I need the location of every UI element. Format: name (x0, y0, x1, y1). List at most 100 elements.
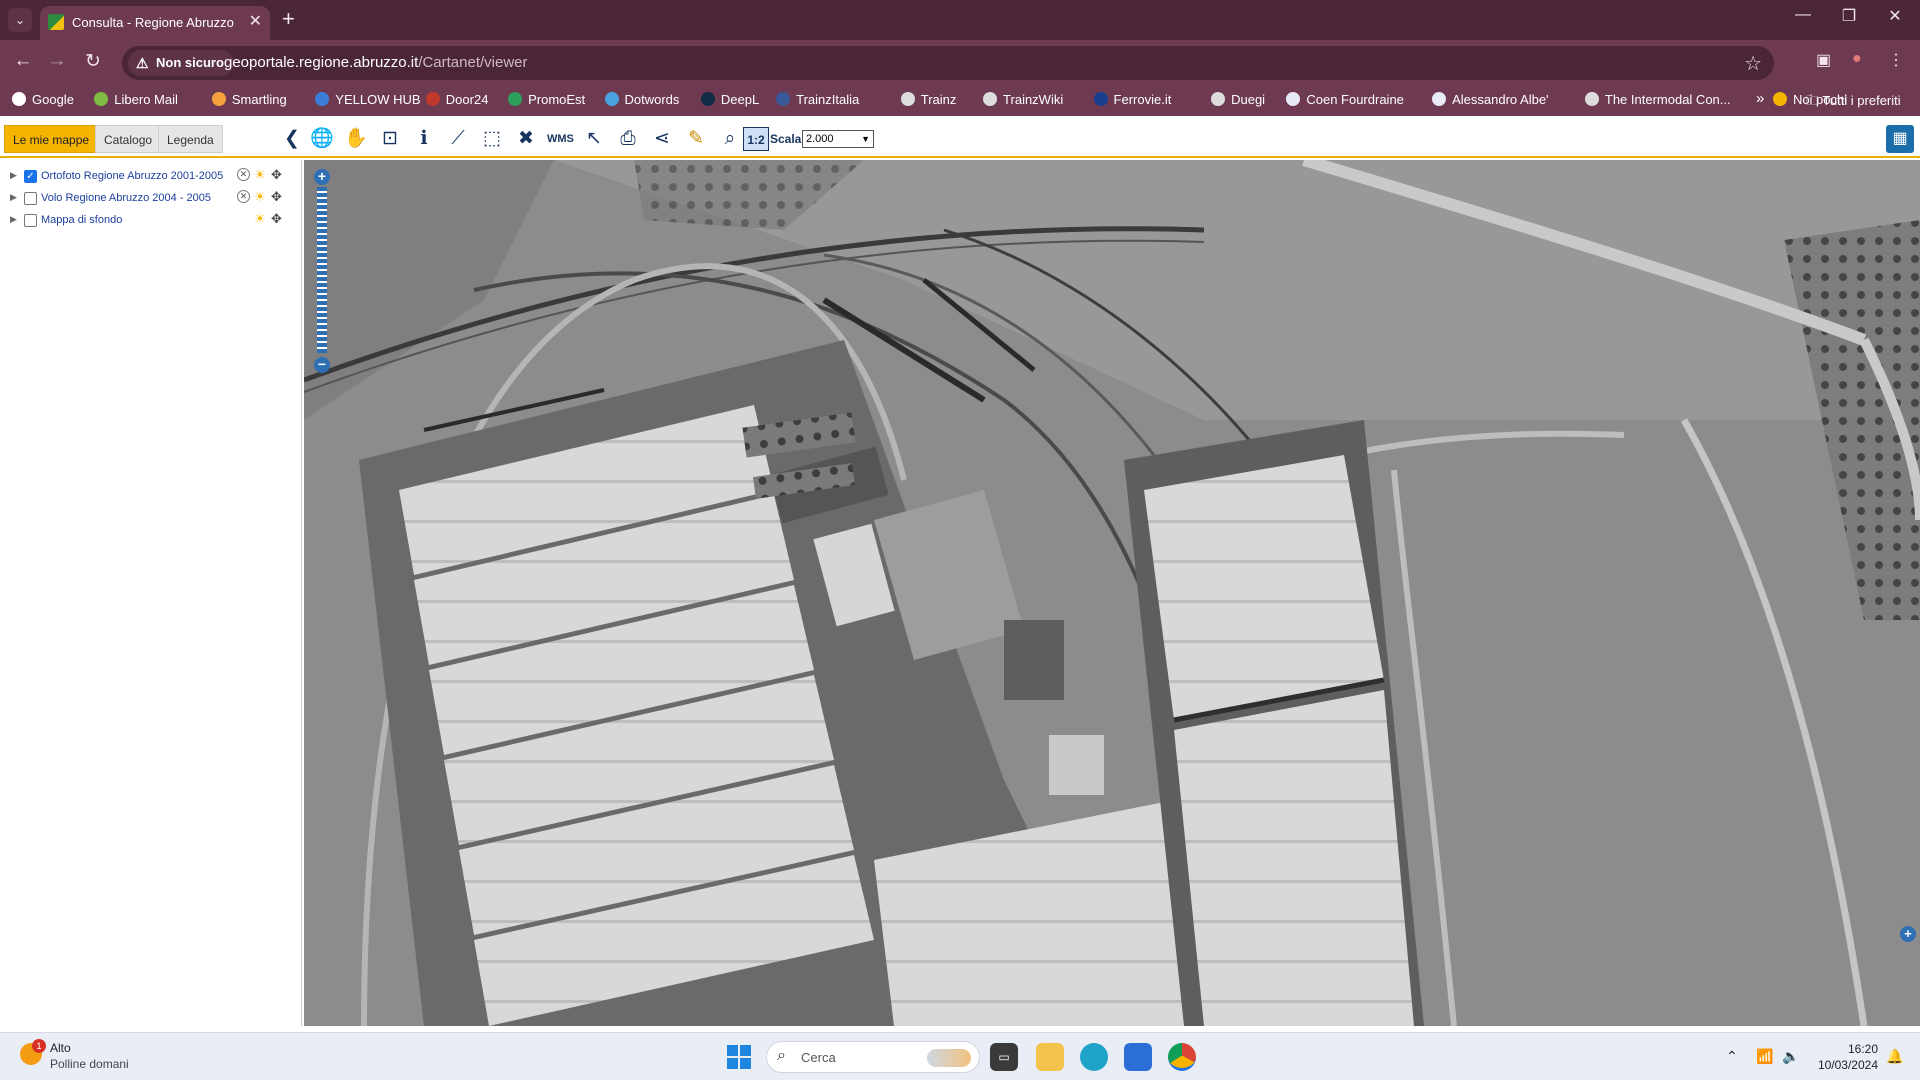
restore-icon[interactable]: ❐ (1826, 6, 1872, 26)
new-tab-icon[interactable]: + (282, 6, 295, 32)
info-icon[interactable]: ℹ (411, 127, 437, 151)
bookmark-item[interactable]: Trainz (900, 92, 956, 107)
profile-avatar[interactable]: ● (1852, 50, 1862, 68)
bookmark-item[interactable]: The Intermodal Con... (1584, 92, 1731, 107)
bookmark-label: Alessandro Albe' (1452, 92, 1549, 107)
app-logo-icon[interactable]: ▦ (1886, 125, 1914, 153)
close-window-icon[interactable]: ✕ (1872, 6, 1918, 26)
warning-icon: ⚠ (136, 55, 149, 71)
tab-legend[interactable]: Legenda (158, 125, 223, 153)
expand-arrow-icon[interactable]: ▶ (10, 192, 17, 203)
bookmark-item[interactable]: YELLOW HUB (315, 92, 421, 107)
expand-arrow-icon[interactable]: ▶ (10, 214, 17, 225)
measure-line-icon[interactable]: ⟋ (445, 127, 471, 151)
browser-tab-active[interactable]: Consulta - Regione Abruzzo ✕ (40, 6, 270, 40)
remove-layer-icon[interactable]: ✕ (237, 190, 250, 203)
system-clock[interactable]: 16:20 10/03/2024 (1810, 1041, 1878, 1073)
side-panel-icon[interactable]: ▣ (1816, 50, 1831, 70)
not-secure-chip[interactable]: ⚠ Non sicuro (128, 50, 234, 76)
zoom-out-icon[interactable]: − (314, 357, 330, 373)
file-explorer-icon[interactable] (1036, 1043, 1064, 1071)
zoom-slider[interactable] (317, 187, 327, 353)
weather-title: Alto (50, 1041, 71, 1055)
omnibox[interactable]: ⚠ Non sicuro geoportale.regione.abruzzo.… (122, 46, 1774, 80)
move-layer-icon[interactable]: ✥ (271, 189, 282, 205)
move-layer-icon[interactable]: ✥ (271, 167, 282, 183)
wms-layer-icon[interactable]: WMS (547, 127, 574, 151)
zoom-icon[interactable]: ⌕ (717, 127, 743, 151)
layer-checkbox[interactable]: ✓ (24, 170, 37, 183)
bookmark-item[interactable]: Libero Mail (94, 92, 178, 107)
collapse-panel-icon[interactable]: ❮ (279, 127, 305, 151)
zoom-in-icon[interactable]: + (314, 169, 330, 185)
windows-start-icon[interactable] (727, 1045, 751, 1069)
chrome-icon[interactable] (1168, 1043, 1196, 1071)
opacity-icon[interactable]: ☀ (254, 167, 266, 183)
move-layer-icon[interactable]: ✥ (271, 211, 282, 227)
clear-icon[interactable]: ✖ (513, 127, 539, 151)
expand-arrow-icon[interactable]: ▶ (10, 170, 17, 181)
map-view[interactable] (304, 160, 1920, 1026)
print-icon[interactable]: ⎙ (615, 127, 641, 151)
globe-icon[interactable]: 🌐 (309, 127, 335, 151)
bookmark-item[interactable]: PromoEst (508, 92, 585, 107)
task-view-icon[interactable]: ▭ (990, 1043, 1018, 1071)
draw-icon[interactable]: ✎ (683, 127, 709, 151)
share-icon[interactable]: ⋖ (649, 127, 675, 151)
bookmark-favicon-icon (1772, 92, 1787, 106)
pan-hand-icon[interactable]: ✋ (343, 127, 369, 151)
forward-icon[interactable]: → (44, 50, 70, 72)
select-icon[interactable]: ↖ (581, 127, 607, 151)
reload-icon[interactable]: ↻ (80, 50, 106, 73)
bookmark-item[interactable]: Door24 (425, 92, 488, 107)
opacity-icon[interactable]: ☀ (254, 189, 266, 205)
edge-browser-icon[interactable] (1080, 1043, 1108, 1071)
bookmark-item[interactable]: Ferrovie.it (1093, 92, 1171, 107)
layer-checkbox[interactable] (24, 214, 37, 227)
scale-select[interactable]: 2.000 ▼ (802, 130, 874, 148)
menu-kebab-icon[interactable]: ⋮ (1888, 50, 1904, 70)
layer-row[interactable]: ▶ Mappa di sfondo ☀ ✥ (0, 211, 300, 230)
tray-chevron-icon[interactable]: ⌃ (1726, 1048, 1738, 1065)
opacity-icon[interactable]: ☀ (254, 211, 266, 227)
notifications-bell-icon[interactable]: 🔔 (1886, 1048, 1903, 1065)
layer-row[interactable]: ▶ ✓ Ortofoto Regione Abruzzo 2001-2005 ✕ ☀ ✥ (0, 167, 300, 186)
volume-icon[interactable]: 🔈 (1782, 1048, 1799, 1065)
more-bookmarks-icon[interactable]: » (1756, 90, 1764, 107)
wifi-icon[interactable]: 📶 (1756, 1048, 1773, 1065)
bookmark-item[interactable]: TrainzItalia (776, 92, 859, 107)
bookmark-item[interactable]: Dotwords (604, 92, 679, 107)
bookmark-item[interactable]: DeepL (700, 92, 759, 107)
bookmark-label: Libero Mail (114, 92, 178, 107)
tab-catalog[interactable]: Catalogo (95, 125, 162, 153)
remove-layer-icon[interactable]: ✕ (237, 168, 250, 181)
layer-checkbox[interactable] (24, 192, 37, 205)
all-bookmarks-folder[interactable]: 🗀 Tutti i preferiti (1806, 92, 1901, 114)
layer-name[interactable]: Mappa di sfondo (41, 214, 122, 226)
bookmark-item[interactable]: Coen Fourdraine (1286, 92, 1404, 107)
bookmark-item[interactable]: Duegi (1211, 92, 1265, 107)
layer-row[interactable]: ▶ Volo Regione Abruzzo 2004 - 2005 ✕ ☀ ✥ (0, 189, 300, 208)
windows-taskbar: 1 Alto Polline domani ⌕ Cerca ▭ ⌃ 📶 🔈 16… (0, 1032, 1920, 1080)
taskbar-search[interactable]: ⌕ Cerca (766, 1041, 980, 1073)
layer-name[interactable]: Ortofoto Regione Abruzzo 2001-2005 (41, 170, 223, 182)
bookmark-favicon-icon (700, 92, 715, 106)
expand-panel-icon[interactable]: + (1900, 926, 1916, 942)
tab-search-dropdown-icon[interactable]: ⌄ (8, 8, 32, 32)
bookmark-item[interactable]: Smartling (211, 92, 287, 107)
layer-name[interactable]: Volo Regione Abruzzo 2004 - 2005 (41, 192, 211, 204)
store-icon[interactable] (1124, 1043, 1152, 1071)
url-text[interactable]: geoportale.regione.abruzzo.it/Cartanet/v… (224, 54, 528, 71)
bookmark-star-icon[interactable]: ☆ (1744, 51, 1762, 76)
bookmark-item[interactable]: TrainzWiki (983, 92, 1063, 107)
zoom-extent-icon[interactable]: ⊡ (377, 127, 403, 151)
bookmark-item[interactable]: Google (12, 92, 74, 107)
minimize-icon[interactable]: — (1780, 6, 1826, 24)
tab-my-maps[interactable]: Le mie mappe (4, 125, 99, 153)
measure-area-icon[interactable]: ⬚ (479, 127, 505, 151)
site-favicon-icon (48, 14, 64, 30)
close-tab-icon[interactable]: ✕ (249, 11, 262, 31)
scale-ratio-icon[interactable]: 1:2 (743, 127, 769, 151)
bookmark-item[interactable]: Alessandro Albe' (1432, 92, 1549, 107)
back-icon[interactable]: ← (10, 50, 36, 72)
